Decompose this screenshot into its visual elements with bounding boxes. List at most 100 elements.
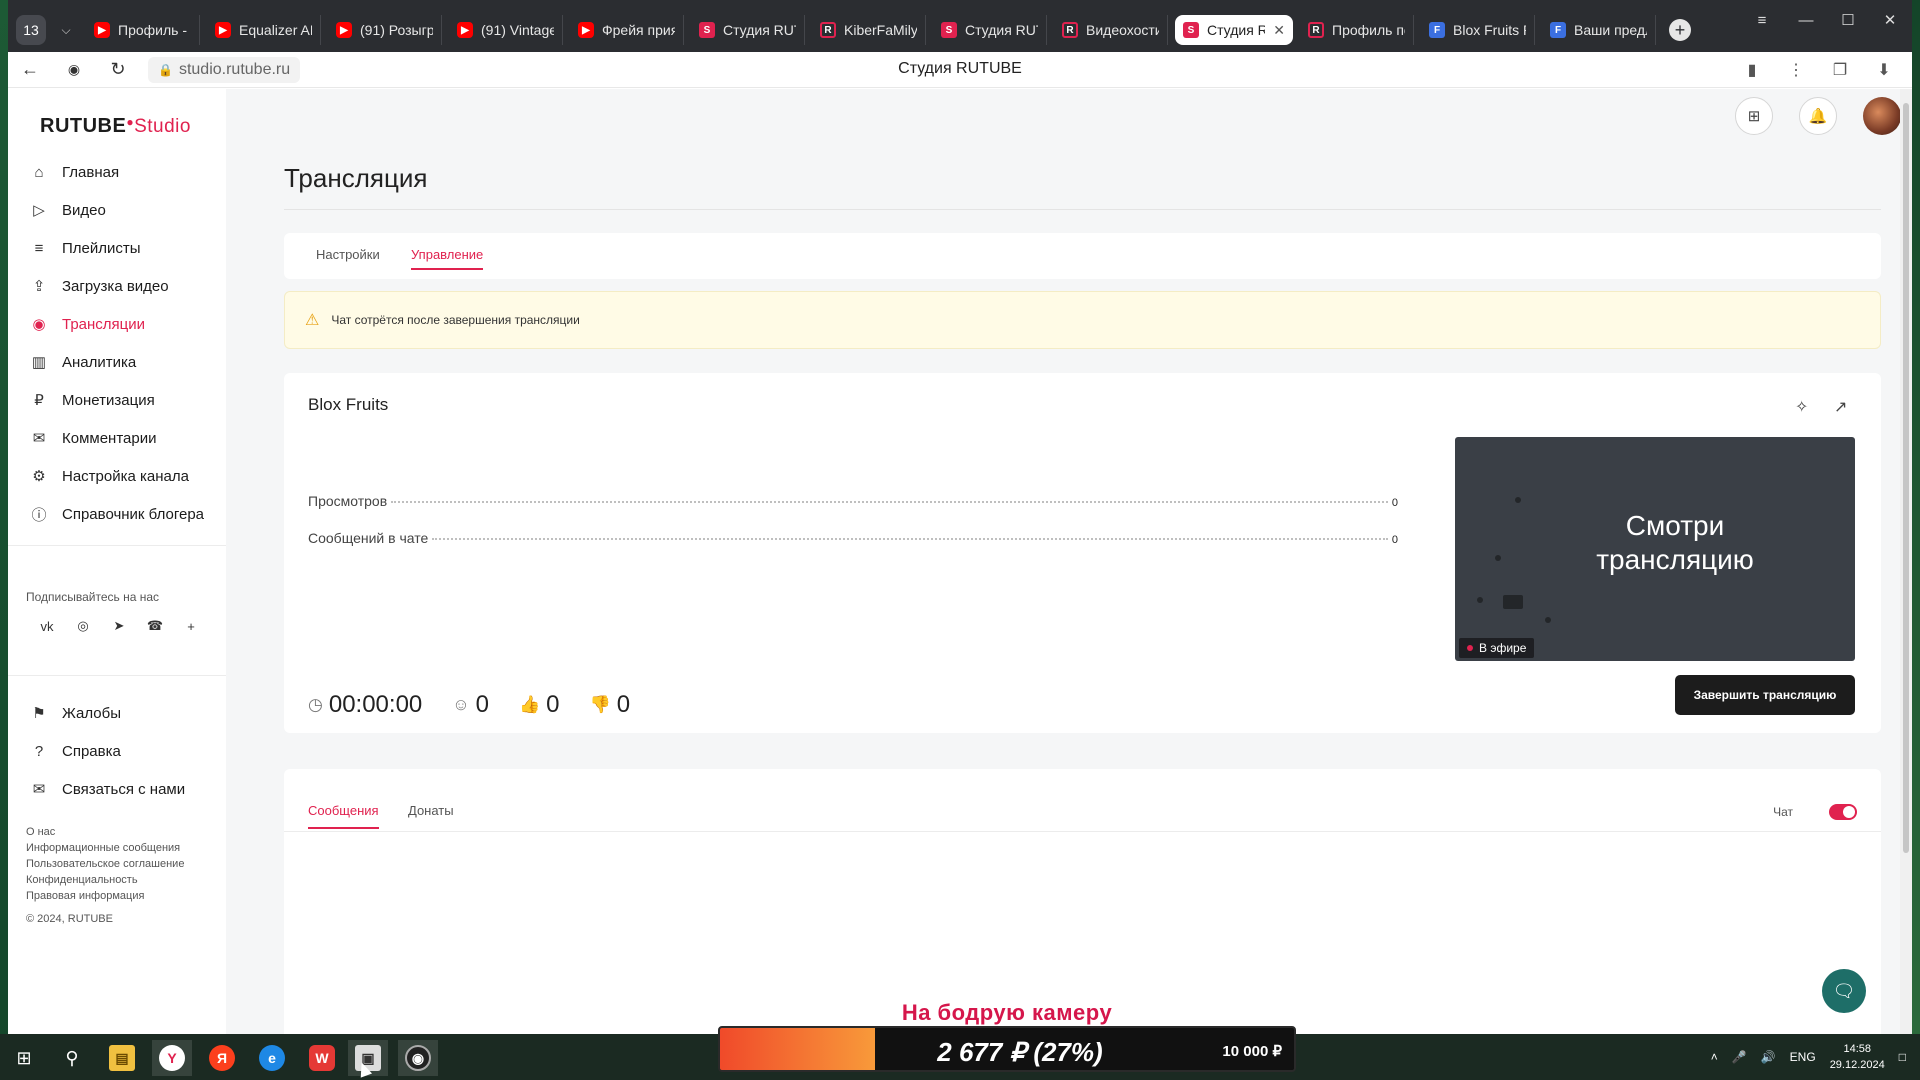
page-scrollbar[interactable] [1900,89,1912,1034]
warning-text: Чат сотрётся после завершения трансляции [331,313,580,327]
external-link-icon[interactable]: ↗ [1834,397,1847,417]
chat-bubble-icon: 🗨 [1832,980,1856,1001]
footer-link[interactable]: Информационные сообщения [26,842,180,854]
tab-label: Настройки [316,247,380,262]
obs-icon: ◉ [405,1045,431,1071]
stream-preview[interactable]: Смотри трансляцию В эфире [1455,437,1855,661]
sidebar-item[interactable]: ✉ Комментарии [30,426,157,450]
sidebar-item[interactable]: ⌂ Главная [30,160,119,184]
notifications-icon[interactable]: □ [1899,1050,1906,1064]
chat-toggle[interactable] [1829,804,1857,820]
footer-link[interactable]: Правовая информация [26,890,144,902]
footer-link[interactable]: О нас [26,826,55,838]
taskbar-file-explorer[interactable]: ▤ [102,1040,142,1076]
tab-messages[interactable]: Сообщения [308,803,379,829]
browser-tab[interactable]: S Студия RUT [933,15,1047,45]
browser-tab[interactable]: F Blox Fruits R [1421,15,1535,45]
download-icon[interactable]: ⬇ [1866,52,1902,88]
browser-tab[interactable]: ▶ Профиль - Р [86,15,200,45]
ok-icon[interactable]: ◎ [72,615,94,637]
maximize-button[interactable]: ☐ [1826,0,1870,40]
tab-donations[interactable]: Донаты [408,803,454,818]
sidebar-item[interactable]: ⇪ Загрузка видео [30,274,169,298]
tab-count-badge[interactable]: 13 [16,15,46,45]
share-icon[interactable]: ✧ [1795,397,1808,417]
browser-tab[interactable]: ▶ Фрейя прия [570,15,684,45]
settings-icon: ⚙ [32,468,46,485]
secondary-nav-item[interactable]: ✉ Связаться с нами [30,777,185,801]
video-icon: ▷ [33,202,45,219]
sidebar-item[interactable]: ₽ Монетизация [30,388,154,412]
microphone-icon[interactable]: 🎤 [1732,1050,1747,1064]
avatar[interactable] [1863,97,1900,135]
footer-link[interactable]: Конфиденциальность [26,874,138,886]
browser-tab[interactable]: R Видеохости [1054,15,1168,45]
bookmark-icon[interactable]: ▮ [1734,52,1770,88]
browser-tab[interactable]: S Студия R ✕ [1175,15,1293,45]
back-button[interactable]: ← [8,52,52,88]
viber-icon[interactable]: ☎ [144,615,166,637]
secondary-nav-item[interactable]: ⚑ Жалобы [30,701,121,725]
stream-title: Blox Fruits [308,395,389,414]
sidebar-item[interactable]: ⚙ Настройка канала [30,464,189,488]
browser-tab[interactable]: ▶ Equalizer AP [207,15,321,45]
sidebar-item[interactable]: ▷ Видео [30,198,106,222]
end-stream-button[interactable]: Завершить трансляцию [1675,675,1855,715]
extensions-icon[interactable]: ❐ [1822,52,1858,88]
tab-settings[interactable]: Настройки [316,247,380,262]
rutube-studio-logo[interactable]: RUTUBE●Studio [40,115,191,138]
start-button[interactable]: ⊞ [4,1040,44,1076]
browser-tab[interactable]: F Ваши предл [1542,15,1656,45]
taskbar-yandex[interactable]: Я [202,1040,242,1076]
browser-tab[interactable]: ▶ (91) Розыгр [328,15,442,45]
logo-main: RUTUBE [40,115,127,137]
language-indicator[interactable]: ENG [1790,1050,1816,1064]
more-icon[interactable]: ⋮ [1778,52,1814,88]
logo-dot-icon: ● [126,115,135,129]
scrollbar-thumb[interactable] [1903,103,1909,853]
chevron-up-icon[interactable]: ˄ [1711,1050,1718,1064]
footer-link[interactable]: Пользовательское соглашение [26,858,184,870]
close-window-button[interactable]: ✕ [1868,0,1912,40]
sidebar-item[interactable]: ≡ Плейлисты [30,236,141,260]
facebook-icon: F [1550,22,1566,38]
support-chat-button[interactable]: 🗨 [1822,969,1866,1013]
clock-icon: ◷ [308,695,323,714]
sidebar-item[interactable]: ▥ Аналитика [30,350,136,374]
info-icon: ⓘ [31,506,47,524]
new-tab-button[interactable]: + [1669,19,1691,41]
yandex-icon: Я [209,1045,235,1071]
url-field[interactable]: 🔒 studio.rutube.ru [148,56,301,83]
follow-label: Подписывайтесь на нас [26,590,160,604]
minimize-button[interactable]: — [1784,0,1828,40]
close-tab-icon[interactable]: ✕ [1273,22,1285,39]
browser-tab[interactable]: R KiberFaMily [812,15,926,45]
browser-tab[interactable]: R Профиль по [1300,15,1414,45]
taskbar-edge[interactable]: e [252,1040,292,1076]
yandex-icon[interactable]: ◉ [52,52,96,88]
browser-menu-icon[interactable]: ≡ [1740,0,1784,40]
preview-dot [1495,555,1501,561]
taskbar-wps[interactable]: W [302,1040,342,1076]
search-button[interactable]: ⚲ [52,1040,92,1076]
reload-button[interactable]: ↻ [96,52,140,88]
clock[interactable]: 14:58 29.12.2024 [1830,1041,1885,1073]
sidebar-item[interactable]: ⓘ Справочник блогера [30,502,204,526]
taskbar-obs[interactable]: ◉ [398,1040,438,1076]
browser-tab[interactable]: S Студия RUT [691,15,805,45]
secondary-nav-item[interactable]: ? Справка [30,739,121,763]
preview-dot [1503,595,1523,609]
telegram-icon[interactable]: ➤ [108,615,130,637]
browser-tab[interactable]: ▶ (91) Vintage [449,15,563,45]
volume-icon[interactable]: 🔊 [1761,1050,1776,1064]
taskbar-yandex-browser[interactable]: Y [152,1040,192,1076]
add-content-button[interactable]: ⊞ [1735,97,1773,135]
tab-management[interactable]: Управление [411,247,484,270]
vk-icon[interactable]: vk [36,615,58,637]
help-icon: ? [34,742,44,760]
more-icon[interactable]: + [180,615,202,637]
sidebar-item[interactable]: ◉ Трансляции [30,312,145,336]
chevron-down-icon[interactable]: ⌵ [54,15,78,45]
notifications-button[interactable]: 🔔 [1799,97,1837,135]
stat-label: Просмотров [308,493,388,509]
